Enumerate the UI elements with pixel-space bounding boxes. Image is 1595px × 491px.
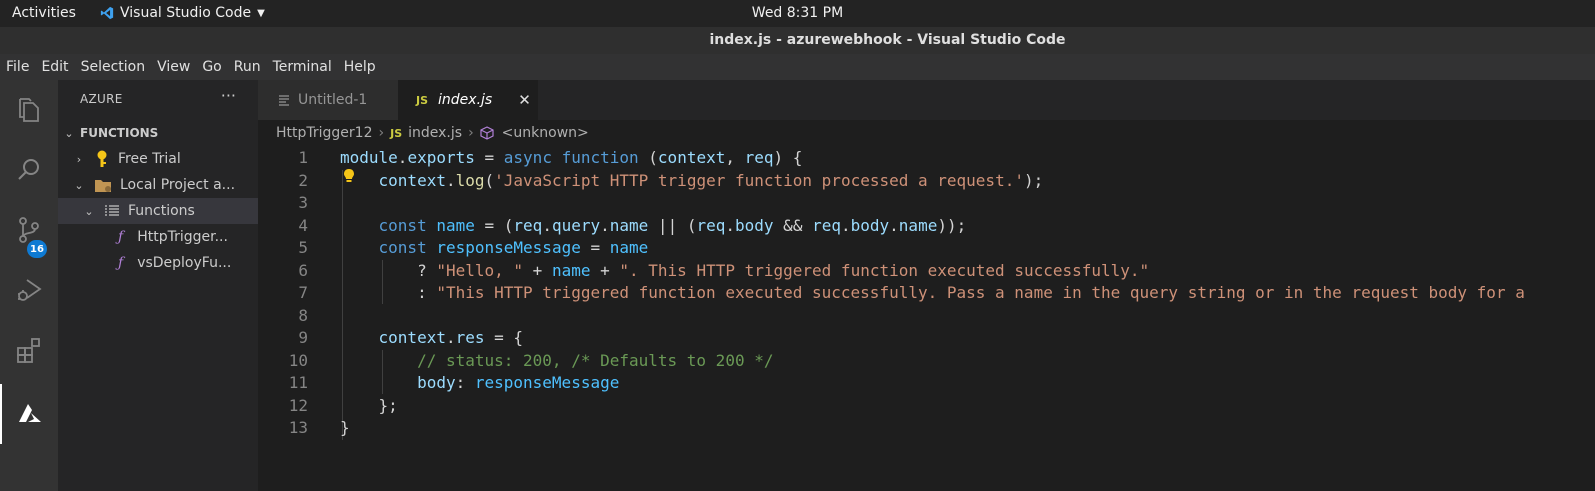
menu-view[interactable]: View <box>151 59 196 75</box>
run-debug-icon <box>18 279 42 301</box>
folder-icon <box>95 180 111 192</box>
search-icon <box>18 159 39 180</box>
line-number: 7 <box>298 283 308 302</box>
tab-untitled[interactable]: Untitled-1 <box>258 80 398 120</box>
editor-tabs: Untitled-1 JS index.js ✕ <box>258 80 1595 120</box>
chevron-right-icon: › <box>468 125 474 141</box>
activity-bar: 16 <box>0 80 58 491</box>
code-line: }; <box>340 396 398 415</box>
section-functions[interactable]: ⌄ FUNCTIONS <box>58 120 258 146</box>
menu-run[interactable]: Run <box>228 59 267 75</box>
js-file-icon: JS <box>416 93 429 107</box>
extensions-button[interactable] <box>0 320 58 380</box>
line-number: 6 <box>298 261 308 280</box>
explorer-icon <box>19 98 39 122</box>
line-number: 10 <box>288 351 308 370</box>
code-line: : "This HTTP triggered function executed… <box>340 283 1525 302</box>
breadcrumb-file[interactable]: index.js <box>408 125 462 141</box>
line-number: 1 <box>298 148 308 167</box>
code-line: const responseMessage = name <box>378 238 649 257</box>
line-number: 8 <box>298 306 308 325</box>
run-debug-button[interactable] <box>0 260 58 320</box>
window-title: index.js - azurewebhook - Visual Studio … <box>709 32 1066 48</box>
breadcrumb-folder[interactable]: HttpTrigger12 <box>276 125 373 141</box>
extensions-icon <box>17 338 40 363</box>
line-number: 2 <box>298 171 308 190</box>
line-number: 5 <box>298 238 308 257</box>
close-icon[interactable]: ✕ <box>518 91 531 109</box>
code-line: } <box>340 418 350 437</box>
code-line: const name = (req.query.name || (req.bod… <box>378 216 967 235</box>
tree-item-label: Functions <box>128 203 195 219</box>
code-line: // status: 200, /* Defaults to 200 */ <box>417 351 774 370</box>
code-line: context.log('JavaScript HTTP trigger fun… <box>378 171 1044 190</box>
file-text-icon <box>279 95 289 106</box>
tree-item-label: Local Project a... <box>120 177 236 193</box>
window-titlebar: index.js - azurewebhook - Visual Studio … <box>0 27 1595 54</box>
function-icon: ƒ <box>118 255 124 271</box>
code-line: body: responseMessage <box>417 373 620 392</box>
menu-file[interactable]: File <box>0 59 35 75</box>
system-top-bar: Activities Visual Studio Code ▼ Wed 8:31… <box>0 0 1595 27</box>
code-line: ? "Hello, " + name + ". This HTTP trigge… <box>340 261 1150 280</box>
menu-edit[interactable]: Edit <box>35 59 74 75</box>
breadcrumb-symbol[interactable]: <unknown> <box>502 125 589 141</box>
function-icon: ƒ <box>118 229 124 245</box>
key-icon <box>97 150 107 167</box>
line-number: 4 <box>298 216 308 235</box>
azure-icon <box>19 404 41 422</box>
menu-terminal[interactable]: Terminal <box>267 59 338 75</box>
chevron-right-icon: › <box>76 152 82 166</box>
tree-item-free-trial[interactable]: › Free Trial <box>58 146 258 172</box>
line-number: 3 <box>298 193 308 212</box>
line-number: 12 <box>288 396 308 415</box>
code-line: module.exports = async function (context… <box>340 148 803 167</box>
line-number: 13 <box>288 418 308 437</box>
tab-label: index.js <box>438 92 493 108</box>
tree-item-label: Free Trial <box>118 151 181 167</box>
line-number: 11 <box>288 373 308 392</box>
clock[interactable]: Wed 8:31 PM <box>0 5 1595 21</box>
chevron-down-icon: ⌄ <box>64 126 74 140</box>
symbol-cube-icon <box>480 126 494 140</box>
chevron-down-icon: ⌄ <box>74 178 84 192</box>
source-control-button[interactable]: 16 <box>0 200 58 260</box>
tree-item-label: vsDeployFu... <box>137 255 232 271</box>
scm-badge: 16 <box>27 240 47 258</box>
chevron-right-icon: › <box>378 125 385 141</box>
chevron-down-icon: ⌄ <box>84 204 94 218</box>
tree-item-local-project[interactable]: ⌄ Local Project a... <box>58 172 258 198</box>
explorer-button[interactable] <box>0 80 58 140</box>
azure-button[interactable] <box>0 384 58 444</box>
line-number: 9 <box>298 328 308 347</box>
tab-index-js[interactable]: JS index.js ✕ <box>398 80 538 120</box>
sidebar: AZURE ··· ⌄ FUNCTIONS › Free Trial ⌄ Loc… <box>58 80 258 491</box>
breadcrumb: HttpTrigger12 › JS index.js › <unknown> <box>258 122 1595 144</box>
more-actions-icon[interactable]: ··· <box>221 86 236 105</box>
list-icon <box>104 205 120 217</box>
tree-item-vsdeploy[interactable]: ƒ vsDeployFu... <box>58 250 258 276</box>
sidebar-title: AZURE <box>80 92 123 106</box>
js-file-icon: JS <box>390 126 403 140</box>
menu-bar: File Edit Selection View Go Run Terminal… <box>0 54 1595 80</box>
tree-item-functions[interactable]: ⌄ Functions <box>58 198 258 224</box>
tree-item-httptrigger[interactable]: ƒ HttpTrigger... <box>58 224 258 250</box>
section-label: FUNCTIONS <box>80 126 159 140</box>
code-editor[interactable]: 1 2 3 4 5 6 7 8 9 10 11 12 13 module.exp… <box>258 146 1595 491</box>
menu-selection[interactable]: Selection <box>75 59 152 75</box>
menu-help[interactable]: Help <box>338 59 382 75</box>
code-line: context.res = { <box>378 328 524 347</box>
menu-go[interactable]: Go <box>196 59 227 75</box>
search-button[interactable] <box>0 140 58 200</box>
tree-item-label: HttpTrigger... <box>137 229 228 245</box>
tab-label: Untitled-1 <box>298 92 368 108</box>
